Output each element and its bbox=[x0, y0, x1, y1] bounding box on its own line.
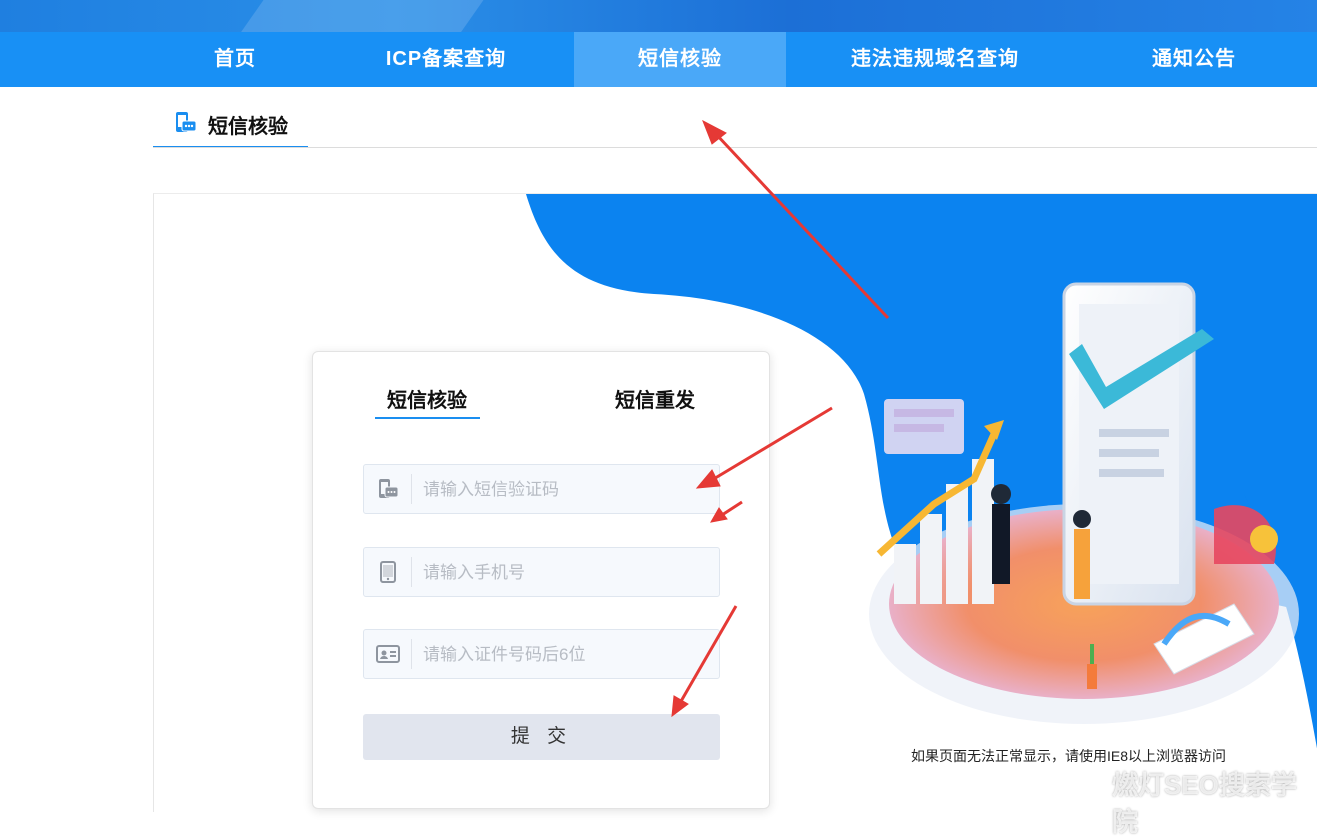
submit-button[interactable]: 提 交 bbox=[363, 714, 720, 760]
sms-message-icon bbox=[379, 479, 399, 498]
tab-sms-resend[interactable]: 短信重发 bbox=[615, 384, 695, 413]
section-tab[interactable]: 短信核验 bbox=[153, 100, 308, 148]
sms-code-input[interactable] bbox=[421, 465, 715, 515]
active-tab-indicator bbox=[375, 417, 480, 419]
banner-shine bbox=[228, 0, 512, 32]
main-nav: 首页 ICP备案查询 短信核验 违法违规域名查询 通知公告 bbox=[0, 32, 1317, 87]
nav-item-icp-query[interactable]: ICP备案查询 bbox=[335, 32, 557, 87]
field-separator bbox=[411, 474, 412, 504]
watermark: 燃灯SEO搜索学院 bbox=[1112, 770, 1297, 837]
sms-phone-icon bbox=[176, 112, 197, 132]
browser-notice: 如果页面无法正常显示，请使用IE8以上浏览器访问 bbox=[911, 748, 1227, 764]
nav-item-illegal-domain-query[interactable]: 违法违规域名查询 bbox=[820, 32, 1050, 87]
nav-item-home[interactable]: 首页 bbox=[155, 32, 315, 87]
section-title: 短信核验 bbox=[208, 116, 288, 138]
annotation-arrow-head bbox=[702, 119, 727, 145]
nav-item-sms-verify[interactable]: 短信核验 bbox=[574, 32, 786, 87]
id-number-input[interactable] bbox=[421, 630, 715, 680]
nav-item-notices[interactable]: 通知公告 bbox=[1100, 32, 1288, 87]
id-card-icon bbox=[376, 645, 400, 663]
tab-sms-verify[interactable]: 短信核验 bbox=[387, 384, 467, 413]
sms-code-field bbox=[363, 464, 720, 515]
field-separator bbox=[411, 557, 412, 587]
phone-field bbox=[363, 547, 720, 598]
field-separator bbox=[411, 639, 412, 669]
verification-card: 短信核验 短信重发 提 交 bbox=[312, 351, 770, 809]
top-banner bbox=[0, 0, 1317, 32]
mobile-phone-icon bbox=[380, 561, 396, 583]
section-divider bbox=[153, 147, 1317, 148]
id-number-field bbox=[363, 629, 720, 680]
phone-input[interactable] bbox=[421, 548, 715, 598]
